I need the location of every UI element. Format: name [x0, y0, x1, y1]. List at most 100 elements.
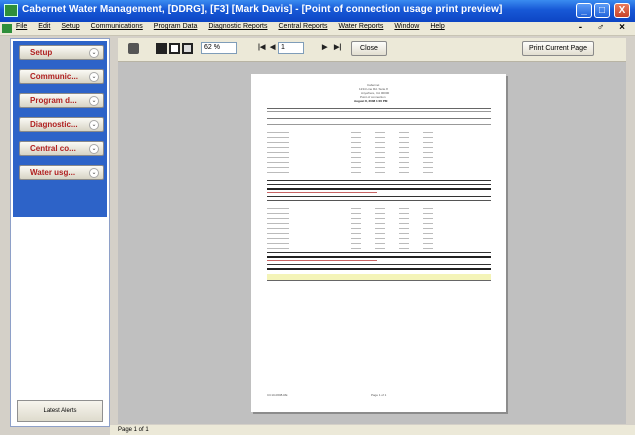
- report-cell: [399, 223, 409, 224]
- report-cell: [399, 142, 409, 143]
- report-rule: [267, 200, 491, 201]
- first-page-icon[interactable]: |◀: [258, 43, 265, 51]
- preview-toolbar: 62 % |◀ ◀ 1 ▶ ▶| Close Print Current Pag…: [118, 38, 626, 62]
- report-cell: [423, 213, 433, 214]
- sidebar-item-program-data[interactable]: Program d... ⌄: [19, 93, 104, 108]
- report-cell: [399, 132, 409, 133]
- report-cell: [375, 147, 385, 148]
- report-cell: [423, 137, 433, 138]
- status-bar: Page 1 of 1: [110, 425, 635, 435]
- menu-central-reports[interactable]: Central Reports: [279, 23, 328, 30]
- document-icon[interactable]: [2, 24, 12, 33]
- next-page-icon[interactable]: ▶: [322, 43, 327, 51]
- report-cell: [351, 162, 361, 163]
- report-cell: [267, 208, 289, 209]
- sidebar-item-label: Setup: [30, 48, 53, 57]
- report-cell: [351, 228, 361, 229]
- report-cell: [375, 157, 385, 158]
- sidebar-item-water-usage[interactable]: Water usg... ⌄: [19, 165, 104, 180]
- mdi-controls[interactable]: - ♂ ×: [579, 22, 631, 33]
- menu-edit[interactable]: Edit: [38, 23, 50, 30]
- report-cell: [375, 142, 385, 143]
- report-cell: [267, 213, 289, 214]
- report-cell: [399, 243, 409, 244]
- minimize-button[interactable]: _: [576, 3, 592, 18]
- print-current-page-button[interactable]: Print Current Page: [522, 41, 594, 56]
- report-rule: [267, 124, 491, 125]
- chevron-down-icon: ⌄: [89, 72, 99, 82]
- sidebar-item-label: Communic...: [30, 72, 79, 81]
- report-cell: [399, 238, 409, 239]
- last-page-icon[interactable]: ▶|: [334, 43, 341, 51]
- report-cell: [375, 233, 385, 234]
- report-cell: [375, 238, 385, 239]
- one-page-icon[interactable]: [156, 43, 167, 54]
- menu-diagnostic-reports[interactable]: Diagnostic Reports: [208, 23, 267, 30]
- report-rule: [267, 180, 491, 181]
- sidebar-item-communications[interactable]: Communic... ⌄: [19, 69, 104, 84]
- close-preview-button[interactable]: Close: [351, 41, 387, 56]
- report-cell: [351, 137, 361, 138]
- sidebar: Setup ⌄ Communic... ⌄ Program d... ⌄ Dia…: [10, 38, 110, 427]
- printer-icon[interactable]: [128, 43, 139, 54]
- report-cell: [267, 152, 289, 153]
- print-preview-area[interactable]: Cabernet 1234 Line Rd. Suite 8 Anywhere,…: [118, 62, 626, 424]
- sidebar-item-central[interactable]: Central co... ⌄: [19, 141, 104, 156]
- report-rule: [267, 196, 491, 197]
- menu-program-data[interactable]: Program Data: [154, 23, 198, 30]
- report-rule: [267, 108, 491, 109]
- sidebar-item-setup[interactable]: Setup ⌄: [19, 45, 104, 60]
- report-cell: [423, 157, 433, 158]
- report-cell: [375, 248, 385, 249]
- report-cell: [351, 132, 361, 133]
- report-cell: [375, 243, 385, 244]
- report-cell: [267, 167, 289, 168]
- report-rule: [267, 260, 377, 261]
- report-cell: [267, 142, 289, 143]
- menu-window[interactable]: Window: [394, 23, 419, 30]
- report-rule: [267, 188, 491, 190]
- report-cell: [267, 233, 289, 234]
- report-cell: [399, 162, 409, 163]
- zoom-select[interactable]: 62 %: [201, 42, 237, 54]
- report-cell: [351, 238, 361, 239]
- report-cell: [423, 223, 433, 224]
- chevron-down-icon: ⌄: [89, 120, 99, 130]
- report-cell: [375, 223, 385, 224]
- report-rule: [267, 280, 491, 281]
- report-cell: [351, 223, 361, 224]
- report-rule: [267, 192, 377, 193]
- report-cell: [423, 208, 433, 209]
- two-pages-icon[interactable]: [169, 43, 180, 54]
- prev-page-icon[interactable]: ◀: [270, 43, 275, 51]
- close-button[interactable]: X: [614, 3, 630, 18]
- report-cell: [267, 157, 289, 158]
- menu-communications[interactable]: Communications: [91, 23, 143, 30]
- report-cell: [423, 233, 433, 234]
- report-cell: [351, 152, 361, 153]
- multiple-pages-icon[interactable]: [182, 43, 193, 54]
- menu-help[interactable]: Help: [430, 23, 444, 30]
- page-number-input[interactable]: 1: [278, 42, 304, 54]
- report-rule: [267, 184, 491, 185]
- menu-setup[interactable]: Setup: [61, 23, 79, 30]
- report-cell: [423, 142, 433, 143]
- report-cell: [351, 243, 361, 244]
- maximize-button[interactable]: □: [594, 3, 610, 18]
- report-footer-right: Page 1 of 1: [371, 393, 387, 397]
- window-title: Cabernet Water Management, [DDRG], [F3] …: [22, 4, 503, 15]
- report-cell: [375, 213, 385, 214]
- report-cell: [423, 218, 433, 219]
- report-cell: [399, 208, 409, 209]
- status-text: Page 1 of 1: [118, 427, 149, 433]
- sidebar-item-diagnostic[interactable]: Diagnostic... ⌄: [19, 117, 104, 132]
- report-cell: [351, 248, 361, 249]
- menu-file[interactable]: File: [16, 23, 27, 30]
- latest-alerts-button[interactable]: Latest Alerts: [17, 400, 103, 422]
- chevron-down-icon: ⌄: [89, 96, 99, 106]
- report-cell: [351, 233, 361, 234]
- menu-water-reports[interactable]: Water Reports: [339, 23, 384, 30]
- report-cell: [267, 248, 289, 249]
- report-cell: [399, 248, 409, 249]
- report-cell: [351, 167, 361, 168]
